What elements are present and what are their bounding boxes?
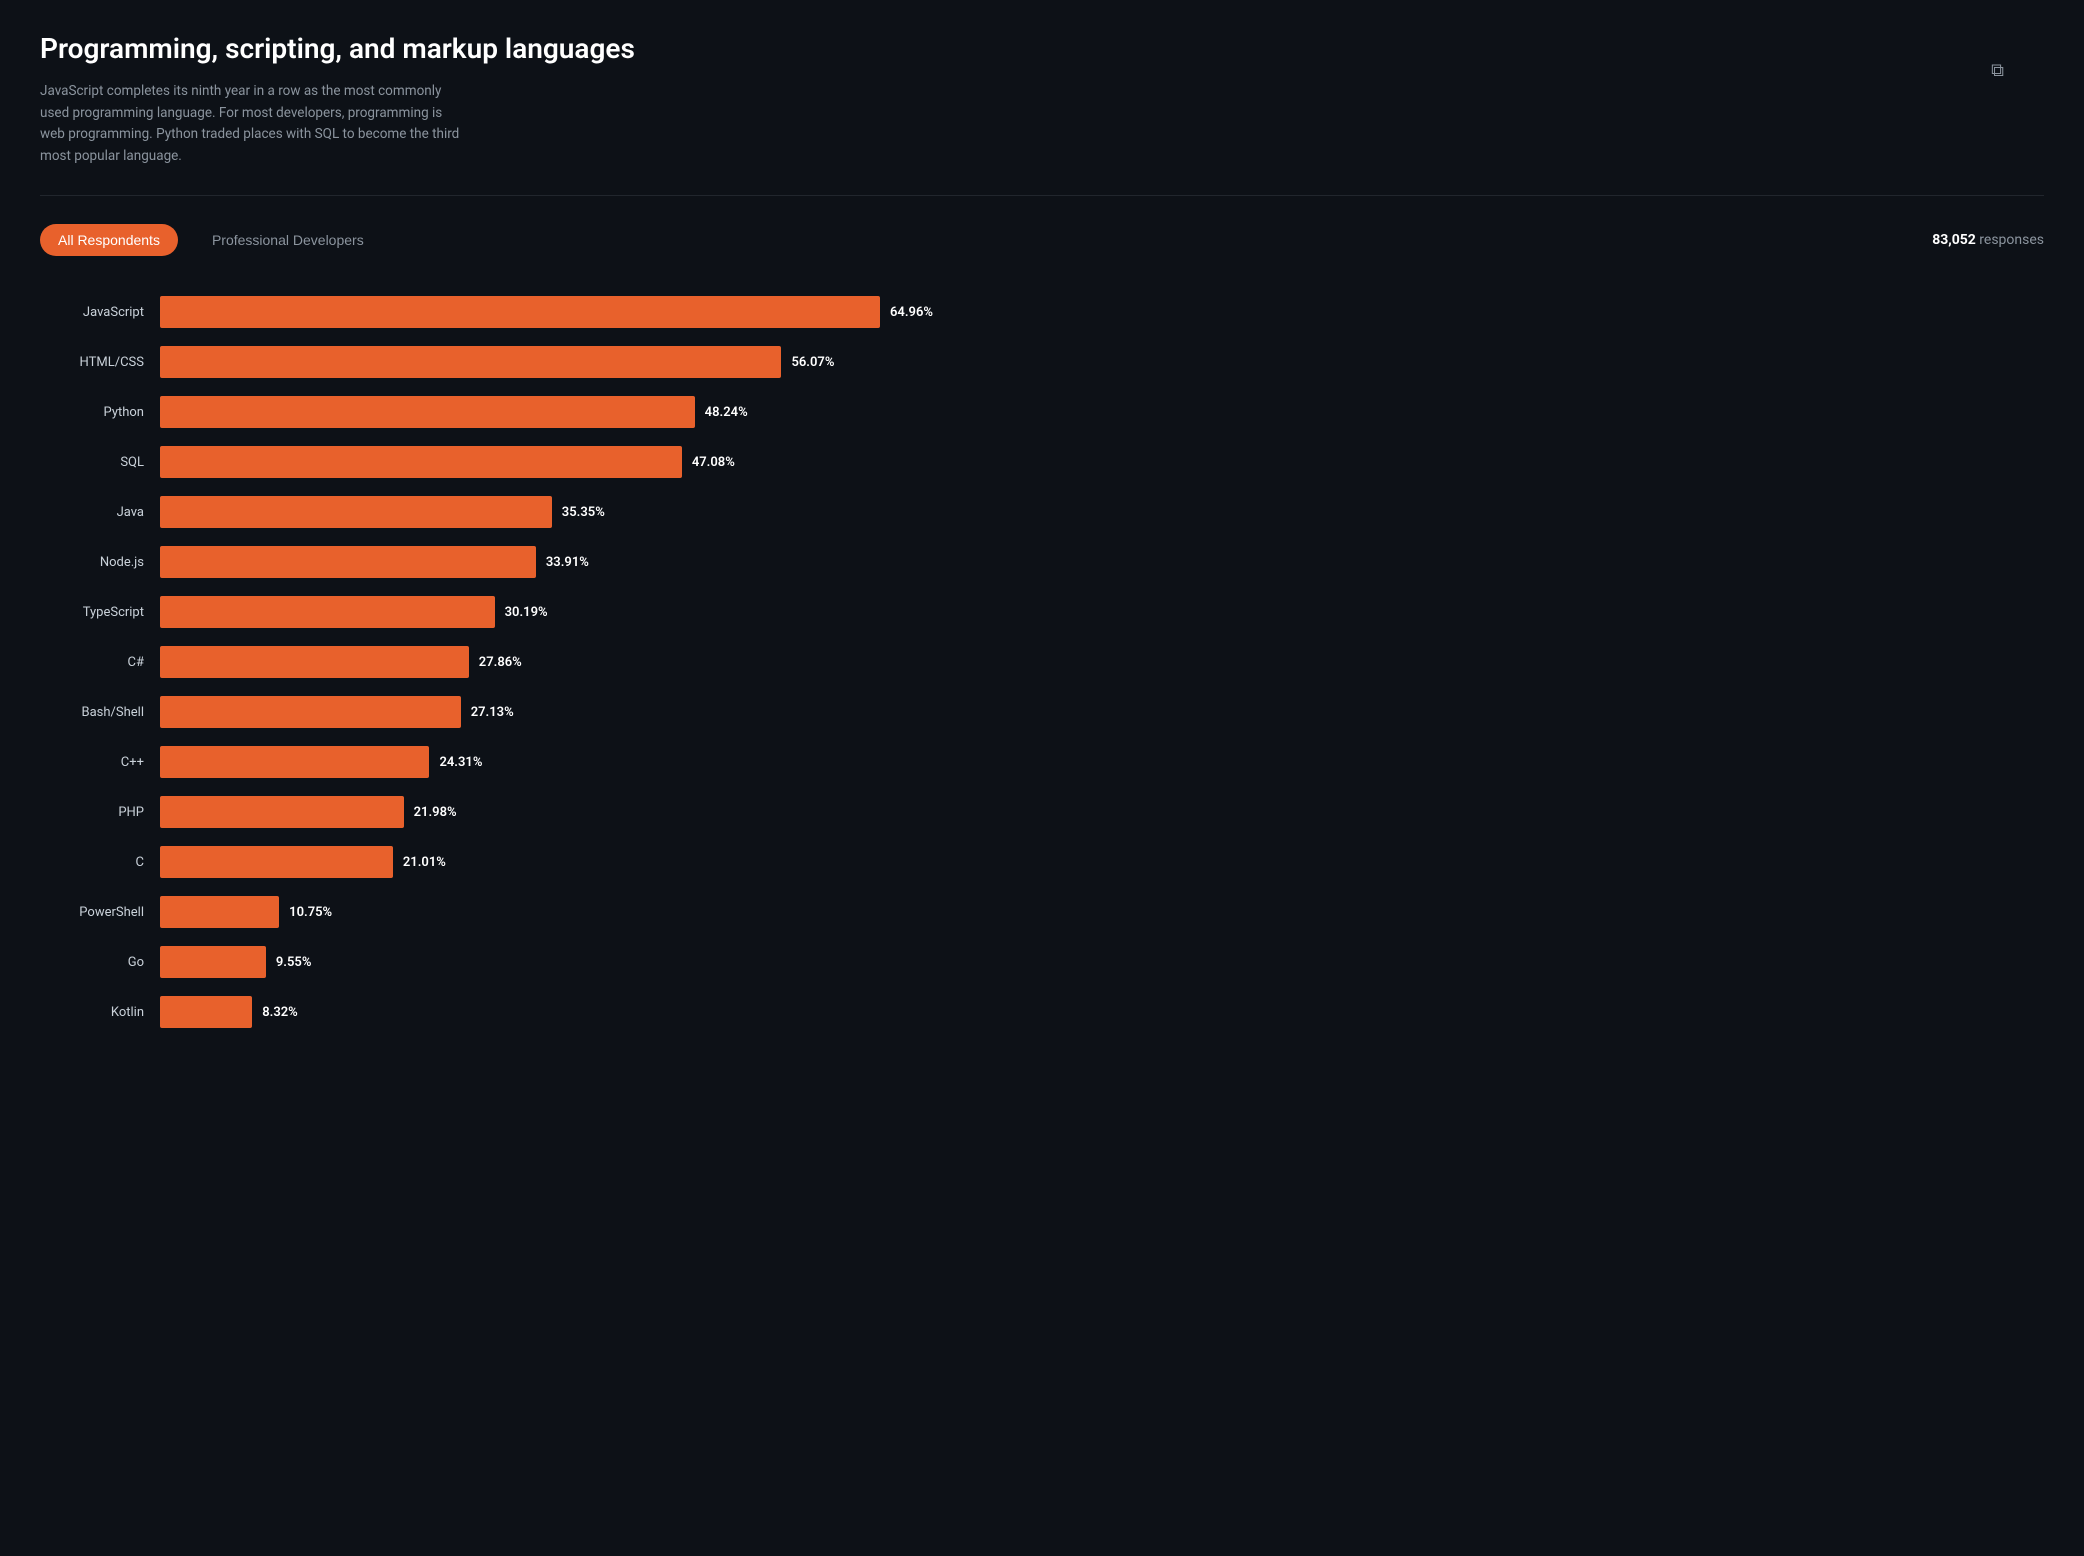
bar-label: Go	[40, 955, 160, 970]
chart-row: Bash/Shell 27.13%	[40, 696, 2044, 728]
chart-row: Java 35.35%	[40, 496, 2044, 528]
bar-wrapper: 8.32%	[160, 996, 2044, 1028]
chart-row: PowerShell 10.75%	[40, 896, 2044, 928]
chart-row: TypeScript 30.19%	[40, 596, 2044, 628]
bar-label: C#	[40, 655, 160, 670]
responses-label: responses	[1979, 232, 2044, 248]
filter-tabs: All Respondents Professional Developers	[40, 224, 382, 256]
bar-fill	[160, 796, 404, 828]
bar-label: HTML/CSS	[40, 355, 160, 370]
bar-wrapper: 21.01%	[160, 846, 2044, 878]
bar-fill	[160, 346, 781, 378]
bar-wrapper: 9.55%	[160, 946, 2044, 978]
bar-fill	[160, 696, 461, 728]
bar-value: 21.98%	[414, 805, 457, 820]
bar-wrapper: 48.24%	[160, 396, 2044, 428]
page-header: Programming, scripting, and markup langu…	[40, 32, 2044, 167]
bar-value: 35.35%	[562, 505, 605, 520]
chart-row: JavaScript 64.96%	[40, 296, 2044, 328]
responses-count: 83,052 responses	[1932, 232, 2044, 248]
bar-label: C	[40, 855, 160, 870]
bar-value: 33.91%	[546, 555, 589, 570]
bar-fill	[160, 646, 469, 678]
bar-value: 27.13%	[471, 705, 514, 720]
chart-container: JavaScript 64.96% HTML/CSS 56.07% Python 48.2…	[40, 296, 2044, 1028]
bar-value: 21.01%	[403, 855, 446, 870]
bar-fill	[160, 846, 393, 878]
bar-fill	[160, 496, 552, 528]
chart-row: C++ 24.31%	[40, 746, 2044, 778]
section-divider	[40, 195, 2044, 196]
bar-value: 56.07%	[791, 355, 834, 370]
bar-fill	[160, 596, 495, 628]
tab-professional-developers[interactable]: Professional Developers	[194, 224, 382, 256]
bar-value: 8.32%	[262, 1005, 298, 1020]
bar-label: Python	[40, 405, 160, 420]
bar-label: JavaScript	[40, 305, 160, 320]
chart-row: PHP 21.98%	[40, 796, 2044, 828]
bar-value: 64.96%	[890, 305, 933, 320]
bar-wrapper: 21.98%	[160, 796, 2044, 828]
bar-wrapper: 47.08%	[160, 446, 2044, 478]
bar-fill	[160, 996, 252, 1028]
bar-label: TypeScript	[40, 605, 160, 620]
responses-number: 83,052	[1932, 232, 1976, 248]
chart-row: Go 9.55%	[40, 946, 2044, 978]
bar-wrapper: 56.07%	[160, 346, 2044, 378]
bar-wrapper: 27.13%	[160, 696, 2044, 728]
chart-row: Node.js 33.91%	[40, 546, 2044, 578]
bar-value: 47.08%	[692, 455, 735, 470]
bar-fill	[160, 446, 682, 478]
bar-label: Kotlin	[40, 1005, 160, 1020]
bar-value: 48.24%	[705, 405, 748, 420]
filter-bar: All Respondents Professional Developers …	[40, 224, 2044, 256]
bar-label: SQL	[40, 455, 160, 470]
bar-value: 30.19%	[505, 605, 548, 620]
bar-value: 24.31%	[439, 755, 482, 770]
bar-fill	[160, 546, 536, 578]
bar-wrapper: 24.31%	[160, 746, 2044, 778]
chart-row: Kotlin 8.32%	[40, 996, 2044, 1028]
bar-fill	[160, 746, 429, 778]
bar-label: C++	[40, 755, 160, 770]
chart-row: C# 27.86%	[40, 646, 2044, 678]
link-icon[interactable]: ⧉	[1991, 60, 2004, 81]
bar-wrapper: 33.91%	[160, 546, 2044, 578]
bar-fill	[160, 896, 279, 928]
bar-value: 10.75%	[289, 905, 332, 920]
bar-fill	[160, 946, 266, 978]
bar-wrapper: 64.96%	[160, 296, 2044, 328]
bar-wrapper: 27.86%	[160, 646, 2044, 678]
chart-row: C 21.01%	[40, 846, 2044, 878]
bar-label: PHP	[40, 805, 160, 820]
bar-label: Bash/Shell	[40, 705, 160, 720]
bar-value: 9.55%	[276, 955, 312, 970]
bar-fill	[160, 296, 880, 328]
bar-wrapper: 30.19%	[160, 596, 2044, 628]
bar-value: 27.86%	[479, 655, 522, 670]
bar-wrapper: 35.35%	[160, 496, 2044, 528]
bar-wrapper: 10.75%	[160, 896, 2044, 928]
chart-row: SQL 47.08%	[40, 446, 2044, 478]
bar-fill	[160, 396, 695, 428]
chart-row: Python 48.24%	[40, 396, 2044, 428]
bar-label: Java	[40, 505, 160, 520]
chart-row: HTML/CSS 56.07%	[40, 346, 2044, 378]
page-description: JavaScript completes its ninth year in a…	[40, 81, 460, 167]
bar-label: Node.js	[40, 555, 160, 570]
bar-label: PowerShell	[40, 905, 160, 920]
page-title: Programming, scripting, and markup langu…	[40, 32, 2044, 65]
tab-all-respondents[interactable]: All Respondents	[40, 224, 178, 256]
